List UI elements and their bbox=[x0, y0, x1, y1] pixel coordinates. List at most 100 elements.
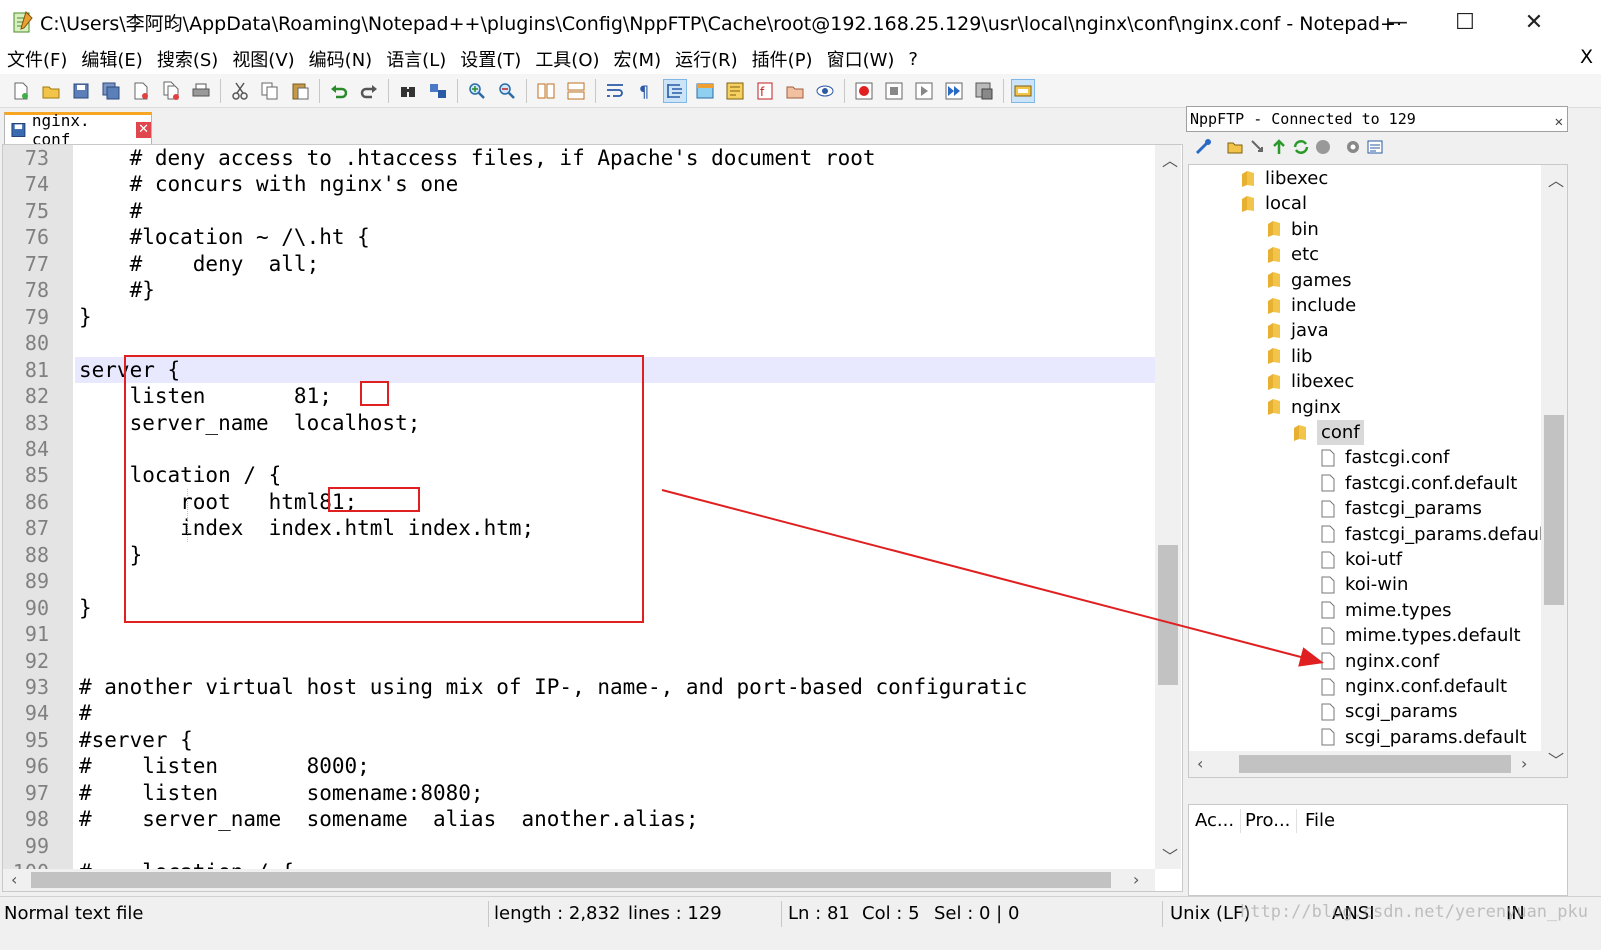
maximize-button[interactable]: ☐ bbox=[1430, 0, 1500, 44]
tree-file[interactable]: scgi_params.default bbox=[1321, 725, 1527, 750]
code-line[interactable]: # server_name somename alias another.ali… bbox=[75, 806, 1155, 833]
queue-column-action[interactable]: Ac... bbox=[1189, 809, 1242, 833]
scroll-down-icon[interactable]: ﹀ bbox=[1162, 843, 1178, 867]
tree-folder[interactable]: games bbox=[1267, 268, 1351, 293]
scroll-right-icon[interactable]: › bbox=[1133, 870, 1139, 889]
tree-file[interactable]: nginx.conf.default bbox=[1321, 674, 1507, 699]
message-window-icon[interactable] bbox=[1366, 138, 1384, 156]
tree-file[interactable]: fastcgi_params bbox=[1321, 496, 1482, 521]
scroll-up-icon[interactable]: ︿ bbox=[1548, 167, 1564, 191]
tree-folder[interactable]: java bbox=[1267, 318, 1329, 343]
redo-icon[interactable] bbox=[357, 79, 381, 103]
menu-encoding[interactable]: 编码(N) bbox=[302, 46, 380, 72]
tree-folder[interactable]: include bbox=[1267, 293, 1356, 318]
code-line[interactable]: # another virtual host using mix of IP-,… bbox=[75, 674, 1155, 701]
print-icon[interactable] bbox=[189, 79, 213, 103]
scroll-thumb[interactable] bbox=[1544, 415, 1564, 605]
connect-icon[interactable] bbox=[1194, 138, 1212, 156]
open-folder-icon[interactable] bbox=[1226, 138, 1244, 156]
tree-file[interactable]: mime.types.default bbox=[1321, 623, 1521, 648]
tree-folder[interactable]: libexec bbox=[1267, 369, 1354, 394]
code-line[interactable] bbox=[75, 621, 1155, 648]
tree-file[interactable]: fastcgi.conf.default bbox=[1321, 471, 1517, 496]
code-line[interactable]: # deny access to .htaccess files, if Apa… bbox=[75, 145, 1155, 172]
nppftp-close-button[interactable]: ✕ bbox=[1555, 110, 1563, 134]
menu-macro[interactable]: 宏(M) bbox=[607, 46, 669, 72]
scroll-right-icon[interactable]: › bbox=[1521, 754, 1527, 773]
code-line[interactable]: #} bbox=[75, 277, 1155, 304]
menu-help[interactable]: ? bbox=[901, 49, 925, 70]
code-line[interactable]: # bbox=[75, 700, 1155, 727]
replace-icon[interactable] bbox=[426, 79, 450, 103]
scroll-down-icon[interactable]: ﹀ bbox=[1548, 747, 1564, 771]
abort-icon[interactable] bbox=[1314, 138, 1332, 156]
tree-file[interactable]: koi-utf bbox=[1321, 547, 1402, 572]
tree-folder[interactable]: libexec bbox=[1241, 166, 1328, 191]
play-macro-icon[interactable] bbox=[912, 79, 936, 103]
copy-icon[interactable] bbox=[258, 79, 282, 103]
monitoring-icon[interactable] bbox=[813, 79, 837, 103]
code-line[interactable]: # bbox=[75, 198, 1155, 225]
code-line[interactable]: # listen somename:8080; bbox=[75, 780, 1155, 807]
scroll-thumb[interactable] bbox=[31, 872, 1111, 888]
scroll-left-icon[interactable]: ‹ bbox=[1197, 754, 1203, 773]
record-macro-icon[interactable] bbox=[852, 79, 876, 103]
editor-vertical-scrollbar[interactable]: ︿ ﹀ bbox=[1155, 145, 1181, 869]
save-macro-icon[interactable] bbox=[972, 79, 996, 103]
menu-edit[interactable]: 编辑(E) bbox=[74, 46, 149, 72]
save-all-icon[interactable] bbox=[99, 79, 123, 103]
menu-plugins[interactable]: 插件(P) bbox=[745, 46, 820, 72]
code-line[interactable]: #location ~ /\.ht { bbox=[75, 224, 1155, 251]
refresh-icon[interactable] bbox=[1292, 138, 1310, 156]
open-file-icon[interactable] bbox=[39, 79, 63, 103]
minimize-button[interactable]: — bbox=[1362, 0, 1432, 44]
find-icon[interactable] bbox=[396, 79, 420, 103]
menu-view[interactable]: 视图(V) bbox=[225, 46, 301, 72]
code-line[interactable] bbox=[75, 330, 1155, 357]
indent-guide-icon[interactable] bbox=[663, 78, 687, 103]
tab-close-icon[interactable]: ✕ bbox=[136, 121, 151, 138]
new-file-icon[interactable] bbox=[9, 79, 33, 103]
tree-file[interactable]: nginx.conf bbox=[1321, 649, 1439, 674]
undo-icon[interactable] bbox=[327, 79, 351, 103]
scroll-up-icon[interactable]: ︿ bbox=[1162, 147, 1178, 171]
tab-nginx-conf[interactable]: nginx. conf ✕ bbox=[4, 111, 152, 149]
scroll-thumb[interactable] bbox=[1239, 755, 1511, 773]
menu-search[interactable]: 搜索(S) bbox=[150, 46, 225, 72]
settings-icon[interactable] bbox=[1344, 138, 1362, 156]
code-line[interactable]: # listen 8000; bbox=[75, 753, 1155, 780]
close-window-button[interactable]: ✕ bbox=[1499, 0, 1569, 44]
tree-folder[interactable]: etc bbox=[1267, 242, 1319, 267]
queue-column-file[interactable]: File bbox=[1299, 809, 1341, 833]
tree-vertical-scrollbar[interactable]: ︿ ﹀ bbox=[1541, 165, 1567, 777]
function-list-icon[interactable]: f bbox=[753, 79, 777, 103]
tree-folder[interactable]: nginx bbox=[1267, 395, 1341, 420]
paste-icon[interactable] bbox=[288, 79, 312, 103]
code-line[interactable] bbox=[75, 648, 1155, 675]
folder-workspace-icon[interactable] bbox=[783, 79, 807, 103]
stop-macro-icon[interactable] bbox=[882, 79, 906, 103]
menu-file[interactable]: 文件(F) bbox=[0, 46, 74, 72]
code-line[interactable]: # location / { bbox=[75, 859, 1155, 869]
editor-horizontal-scrollbar[interactable]: ‹ › bbox=[3, 869, 1155, 891]
tree-horizontal-scrollbar[interactable]: ‹ › bbox=[1189, 751, 1541, 777]
close-icon[interactable] bbox=[129, 79, 153, 103]
scroll-thumb[interactable] bbox=[1158, 545, 1178, 685]
menu-window[interactable]: 窗口(W) bbox=[820, 46, 902, 72]
code-line[interactable]: # concurs with nginx's one bbox=[75, 171, 1155, 198]
code-line[interactable] bbox=[75, 833, 1155, 860]
sync-horizontal-icon[interactable] bbox=[564, 79, 588, 103]
save-icon[interactable] bbox=[69, 79, 93, 103]
cut-icon[interactable] bbox=[228, 79, 252, 103]
close-all-icon[interactable] bbox=[159, 79, 183, 103]
menu-run[interactable]: 运行(R) bbox=[668, 46, 745, 72]
menu-tools[interactable]: 工具(O) bbox=[528, 46, 606, 72]
tree-folder[interactable]: lib bbox=[1267, 344, 1312, 369]
tree-folder[interactable]: conf bbox=[1293, 420, 1364, 445]
tree-file[interactable]: scgi_params bbox=[1321, 699, 1458, 724]
menu-language[interactable]: 语言(L) bbox=[379, 46, 453, 72]
close-document-button[interactable]: X bbox=[1580, 46, 1593, 68]
tree-folder[interactable]: bin bbox=[1267, 217, 1319, 242]
tree-file[interactable]: koi-win bbox=[1321, 572, 1408, 597]
remote-file-tree[interactable]: libexec local bin etc games include java lib lib… bbox=[1188, 164, 1568, 778]
